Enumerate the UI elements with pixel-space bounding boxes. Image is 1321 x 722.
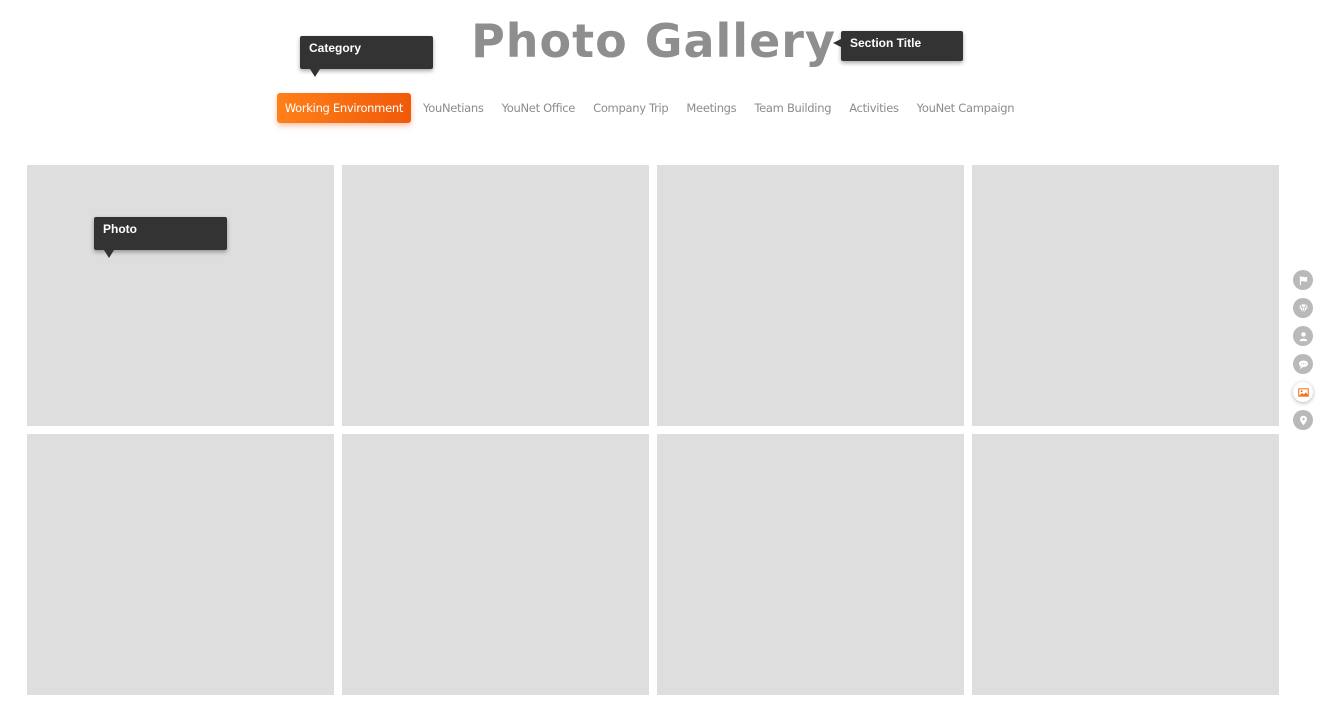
tab-meetings[interactable]: Meetings bbox=[677, 93, 745, 123]
side-nav-user[interactable] bbox=[1293, 326, 1313, 346]
tab-younet-office[interactable]: YouNet Office bbox=[493, 93, 585, 123]
photo-item[interactable] bbox=[342, 434, 649, 695]
side-nav bbox=[1293, 270, 1313, 430]
image-icon bbox=[1297, 387, 1309, 397]
side-nav-diamond[interactable] bbox=[1293, 298, 1313, 318]
photo-item[interactable] bbox=[972, 165, 1279, 426]
tab-team-building[interactable]: Team Building bbox=[745, 93, 840, 123]
gallery-page: Photo Gallery Working Environment YouNet… bbox=[0, 0, 1321, 722]
side-nav-flag[interactable] bbox=[1293, 270, 1313, 290]
map-pin-icon bbox=[1299, 415, 1307, 425]
diamond-icon bbox=[1298, 303, 1308, 314]
user-icon bbox=[1299, 331, 1307, 341]
side-nav-gallery[interactable] bbox=[1293, 382, 1313, 402]
photo-item[interactable] bbox=[27, 165, 334, 426]
category-tabs: Working Environment YouNetians YouNet Of… bbox=[0, 93, 1300, 123]
side-nav-location[interactable] bbox=[1293, 410, 1313, 430]
photo-item[interactable] bbox=[27, 434, 334, 695]
side-nav-chat[interactable] bbox=[1293, 354, 1313, 374]
photo-item[interactable] bbox=[657, 165, 964, 426]
tab-working-environment[interactable]: Working Environment bbox=[276, 93, 412, 123]
chat-icon bbox=[1298, 359, 1308, 369]
tab-younet-campaign[interactable]: YouNet Campaign bbox=[908, 93, 1024, 123]
category-tooltip: Category bbox=[300, 36, 433, 77]
photo-tooltip: Photo bbox=[94, 217, 227, 258]
photo-item[interactable] bbox=[657, 434, 964, 695]
tab-activities[interactable]: Activities bbox=[840, 93, 907, 123]
section-title-tooltip: Section Title bbox=[833, 31, 963, 61]
flag-icon bbox=[1299, 275, 1307, 285]
section-title: Photo Gallery bbox=[471, 14, 836, 68]
tab-younetians[interactable]: YouNetians bbox=[414, 93, 493, 123]
tab-company-trip[interactable]: Company Trip bbox=[584, 93, 677, 123]
photo-item[interactable] bbox=[972, 434, 1279, 695]
photo-item[interactable] bbox=[342, 165, 649, 426]
